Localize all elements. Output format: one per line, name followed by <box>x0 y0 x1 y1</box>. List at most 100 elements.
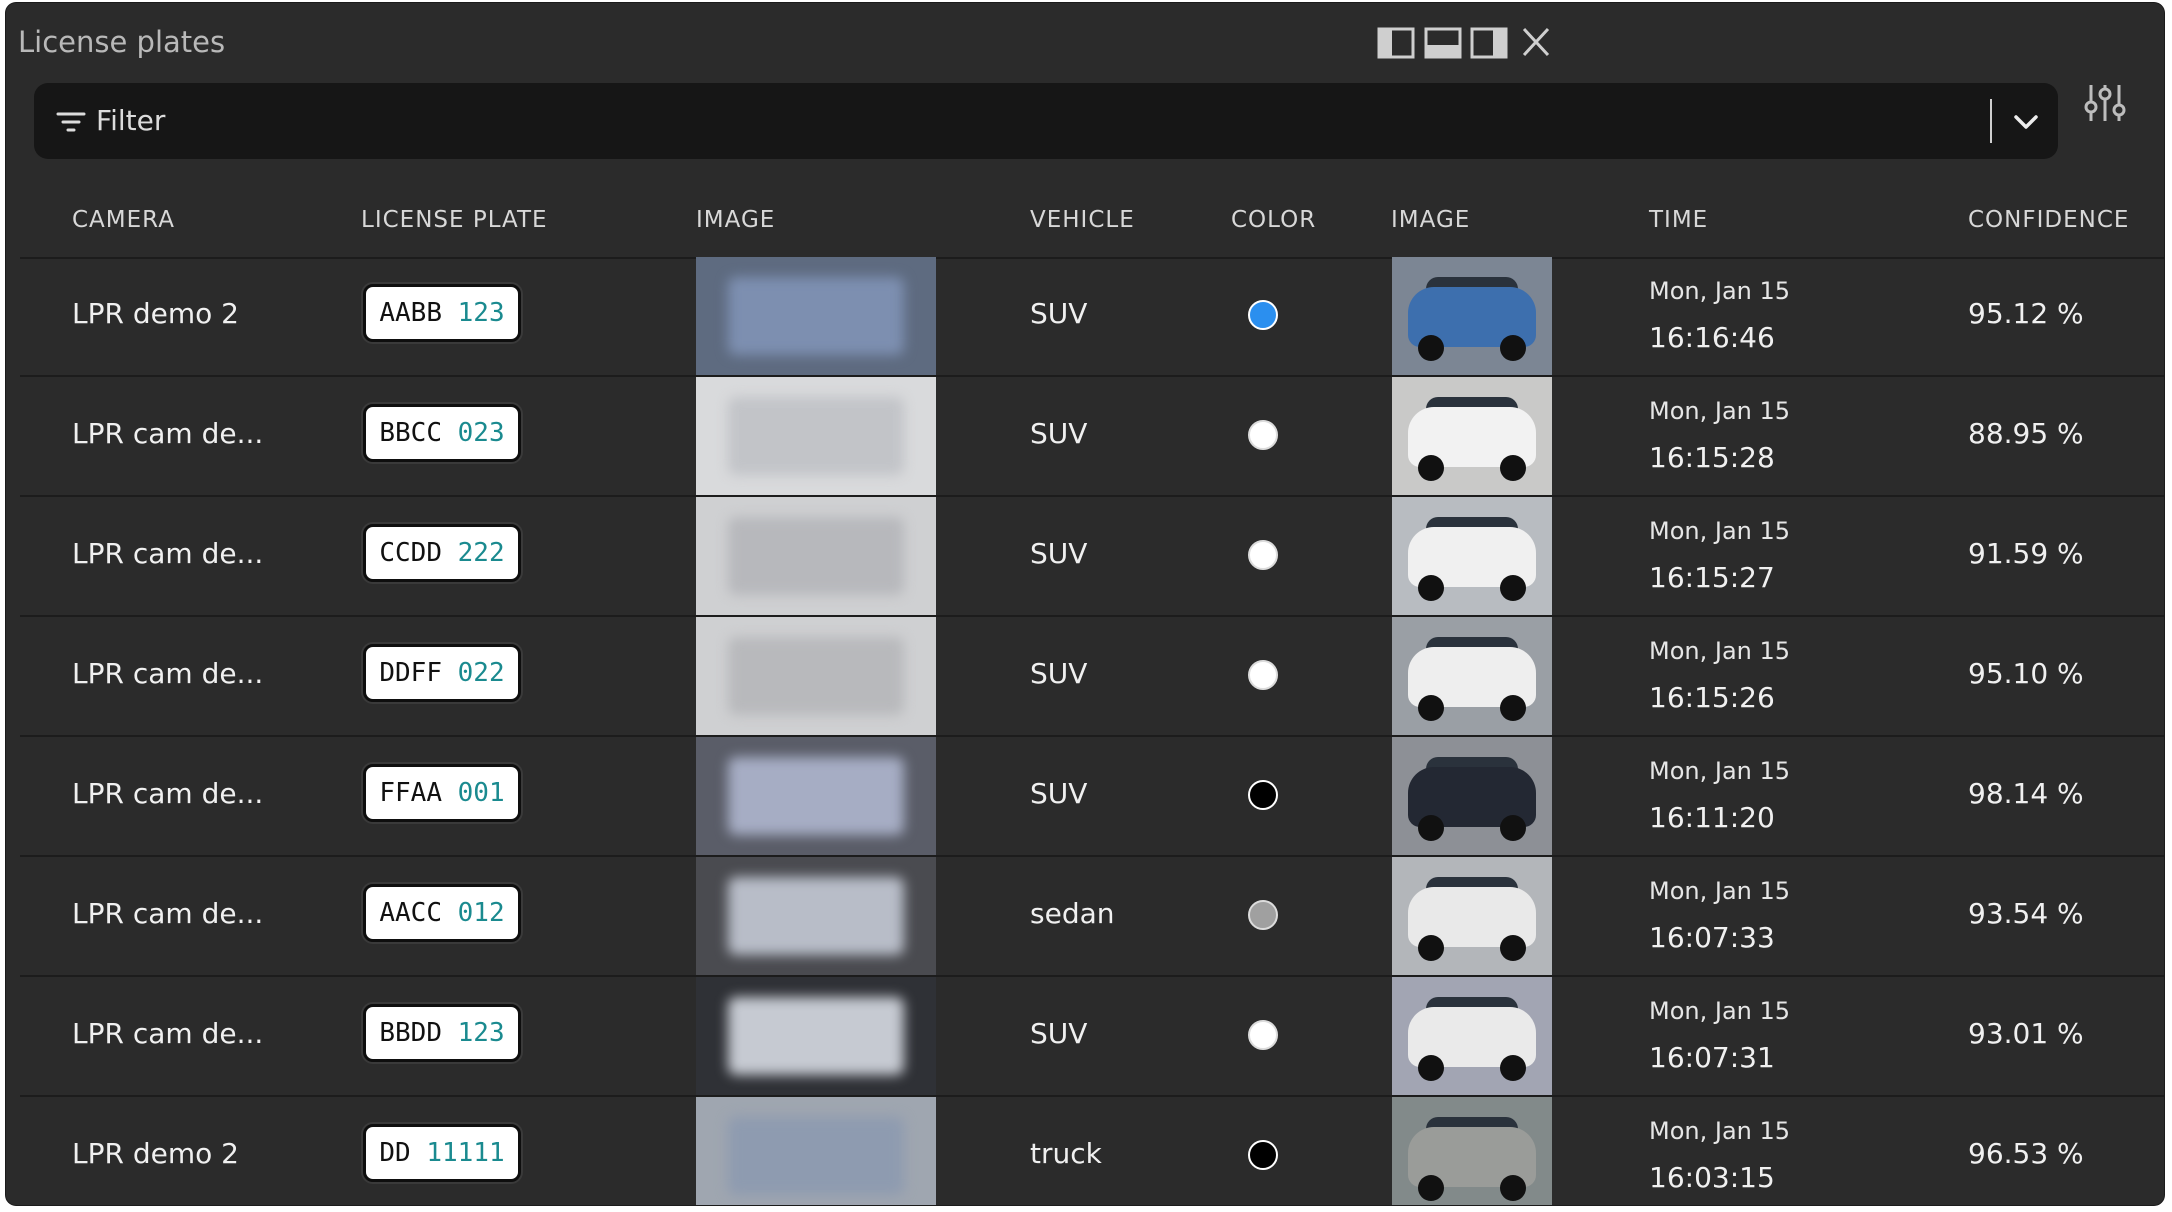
camera-name: LPR demo 2 <box>72 297 239 330</box>
vehicle-type: sedan <box>1030 897 1115 930</box>
vehicle-type: SUV <box>1030 1017 1088 1050</box>
plate-numbers: 123 <box>457 298 505 328</box>
license-plate-badge[interactable]: BBCC 023 <box>363 404 521 462</box>
vehicle-type: SUV <box>1030 777 1088 810</box>
vehicle-type: truck <box>1030 1137 1102 1170</box>
title-bar: License plates <box>6 3 2164 83</box>
table-row[interactable]: LPR cam de... CCDD 222 SUV Mon, Jan 15 1… <box>20 497 2164 617</box>
table-row[interactable]: LPR demo 2 AABB 123 SUV Mon, Jan 15 16:1… <box>20 257 2164 377</box>
camera-name: LPR cam de... <box>72 657 264 690</box>
confidence-value: 95.10 % <box>1968 657 2084 690</box>
car-wheel <box>1500 1055 1526 1081</box>
plate-letters: DD <box>379 1138 411 1168</box>
table-row[interactable]: LPR cam de... AACC 012 sedan Mon, Jan 15… <box>20 857 2164 977</box>
plate-numbers: 023 <box>457 418 505 448</box>
detection-time: 16:15:27 <box>1649 561 1775 594</box>
plate-letters: DDFF <box>379 658 442 688</box>
license-plate-badge[interactable]: CCDD 222 <box>363 524 521 582</box>
confidence-value: 93.54 % <box>1968 897 2084 930</box>
detection-date: Mon, Jan 15 <box>1649 397 1791 425</box>
plate-numbers: 222 <box>457 538 505 568</box>
plate-image-blurred <box>728 1117 904 1195</box>
chevron-down-icon[interactable] <box>2009 105 2043 139</box>
vehicle-color-swatch <box>1248 300 1278 330</box>
camera-name: LPR cam de... <box>72 897 264 930</box>
vehicle-image[interactable] <box>1392 857 1552 975</box>
plate-numbers: 001 <box>457 778 505 808</box>
plate-image[interactable] <box>696 857 936 975</box>
sliders-icon[interactable] <box>2084 83 2126 123</box>
vehicle-color-swatch <box>1248 1140 1278 1170</box>
plate-letters: BBDD <box>379 1018 442 1048</box>
plate-image-blurred <box>728 997 904 1075</box>
vehicle-image[interactable] <box>1392 377 1552 495</box>
license-plate-badge[interactable]: AACC 012 <box>363 884 521 942</box>
plate-image-blurred <box>728 877 904 955</box>
vehicle-image[interactable] <box>1392 617 1552 735</box>
plate-image[interactable] <box>696 497 936 615</box>
plate-image[interactable] <box>696 737 936 855</box>
vehicle-image[interactable] <box>1392 257 1552 375</box>
vehicle-color-swatch <box>1248 660 1278 690</box>
col-camera[interactable]: CAMERA <box>72 207 175 233</box>
car-wheel <box>1500 575 1526 601</box>
col-vehicle-image[interactable]: IMAGE <box>1391 207 1470 233</box>
plate-numbers: 11111 <box>426 1138 505 1168</box>
car-wheel <box>1418 335 1444 361</box>
car-wheel <box>1500 815 1526 841</box>
detection-time: 16:15:28 <box>1649 441 1775 474</box>
license-plate-badge[interactable]: FFAA 001 <box>363 764 521 822</box>
filter-divider <box>1990 99 1992 143</box>
vehicle-type: SUV <box>1030 537 1088 570</box>
table-row[interactable]: LPR cam de... FFAA 001 SUV Mon, Jan 15 1… <box>20 737 2164 857</box>
plate-numbers: 123 <box>457 1018 505 1048</box>
plate-letters: BBCC <box>379 418 442 448</box>
camera-name: LPR cam de... <box>72 417 264 450</box>
table-row[interactable]: LPR cam de... BBCC 023 SUV Mon, Jan 15 1… <box>20 377 2164 497</box>
detection-date: Mon, Jan 15 <box>1649 517 1791 545</box>
plate-image[interactable] <box>696 977 936 1095</box>
car-wheel <box>1418 1175 1444 1201</box>
plate-letters: AACC <box>379 898 442 928</box>
car-wheel <box>1500 695 1526 721</box>
table-row[interactable]: LPR cam de... DDFF 022 SUV Mon, Jan 15 1… <box>20 617 2164 737</box>
license-plate-badge[interactable]: DDFF 022 <box>363 644 521 702</box>
plate-image[interactable] <box>696 257 936 375</box>
vehicle-image[interactable] <box>1392 737 1552 855</box>
window-title: License plates <box>18 25 226 59</box>
car-wheel <box>1500 935 1526 961</box>
table-row[interactable]: LPR demo 2 DD 11111 truck Mon, Jan 15 16… <box>20 1097 2164 1205</box>
col-license-plate[interactable]: LICENSE PLATE <box>361 207 548 233</box>
license-plate-badge[interactable]: AABB 123 <box>363 284 521 342</box>
plate-numbers: 022 <box>457 658 505 688</box>
plate-image[interactable] <box>696 377 936 495</box>
col-confidence[interactable]: CONFIDENCE <box>1968 207 2129 233</box>
detection-time: 16:07:31 <box>1649 1041 1775 1074</box>
col-time[interactable]: TIME <box>1649 207 1708 233</box>
vehicle-image[interactable] <box>1392 497 1552 615</box>
vehicle-color-swatch <box>1248 900 1278 930</box>
vehicle-image[interactable] <box>1392 977 1552 1095</box>
license-plate-badge[interactable]: BBDD 123 <box>363 1004 521 1062</box>
confidence-value: 96.53 % <box>1968 1137 2084 1170</box>
detection-time: 16:16:46 <box>1649 321 1775 354</box>
filter-bar[interactable]: Filter <box>34 83 2058 159</box>
layout-left-icon[interactable] <box>1376 25 1416 61</box>
vehicle-image[interactable] <box>1392 1097 1552 1205</box>
detection-time: 16:11:20 <box>1649 801 1775 834</box>
layout-right-icon[interactable] <box>1469 25 1509 61</box>
col-color[interactable]: COLOR <box>1231 207 1316 233</box>
detection-date: Mon, Jan 15 <box>1649 757 1791 785</box>
plate-image[interactable] <box>696 617 936 735</box>
col-plate-image[interactable]: IMAGE <box>696 207 775 233</box>
plate-image-blurred <box>728 397 904 475</box>
layout-bottom-icon[interactable] <box>1423 25 1463 61</box>
license-plate-badge[interactable]: DD 11111 <box>363 1124 521 1182</box>
table-row[interactable]: LPR cam de... BBDD 123 SUV Mon, Jan 15 1… <box>20 977 2164 1097</box>
vehicle-type: SUV <box>1030 297 1088 330</box>
plate-image[interactable] <box>696 1097 936 1205</box>
confidence-value: 95.12 % <box>1968 297 2084 330</box>
car-wheel <box>1500 1175 1526 1201</box>
col-vehicle[interactable]: VEHICLE <box>1030 207 1135 233</box>
close-icon[interactable] <box>1516 25 1556 61</box>
